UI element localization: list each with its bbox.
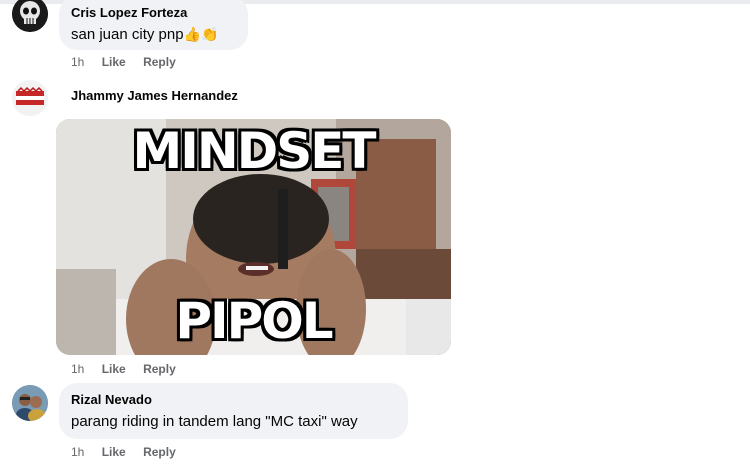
comment-actions: 1h Like Reply [71, 445, 190, 459]
timestamp[interactable]: 1h [71, 55, 84, 69]
avatar[interactable] [12, 385, 48, 421]
like-button[interactable]: Like [102, 362, 126, 376]
avatar[interactable] [12, 80, 48, 116]
comment-text: san juan city pnp👍👏 [71, 24, 236, 45]
reply-button[interactable]: Reply [143, 55, 176, 69]
meme-bottom-text: PIPOL [175, 292, 333, 350]
comment-text: parang riding in tandem lang "MC taxi" w… [71, 413, 358, 430]
like-button[interactable]: Like [102, 55, 126, 69]
skull-icon [12, 0, 48, 32]
meme-image[interactable]: MINDSET PIPOL [56, 119, 451, 355]
commenter-name[interactable]: Jhammy James Hernandez [71, 88, 238, 103]
comment-bubble: Cris Lopez Forteza san juan city pnp👍👏 [59, 0, 248, 50]
timestamp[interactable]: 1h [71, 362, 84, 376]
comment-actions: 1h Like Reply [71, 362, 190, 376]
comment-text-body: san juan city pnp [71, 26, 184, 43]
meme-top-text: MINDSET [132, 122, 377, 180]
emoji-reactions: 👍👏 [183, 26, 219, 42]
reply-button[interactable]: Reply [143, 445, 176, 459]
photo-avatar-icon [12, 385, 48, 421]
commenter-name[interactable]: Cris Lopez Forteza [71, 5, 236, 21]
comment-actions: 1h Like Reply [71, 55, 190, 69]
avatar[interactable] [12, 0, 48, 32]
reply-button[interactable]: Reply [143, 362, 176, 376]
timestamp[interactable]: 1h [71, 445, 84, 459]
comment-bubble: Rizal Nevado parang riding in tandem lan… [59, 383, 408, 439]
commenter-name[interactable]: Rizal Nevado [71, 392, 396, 408]
like-button[interactable]: Like [102, 445, 126, 459]
flag-icon [12, 80, 48, 116]
